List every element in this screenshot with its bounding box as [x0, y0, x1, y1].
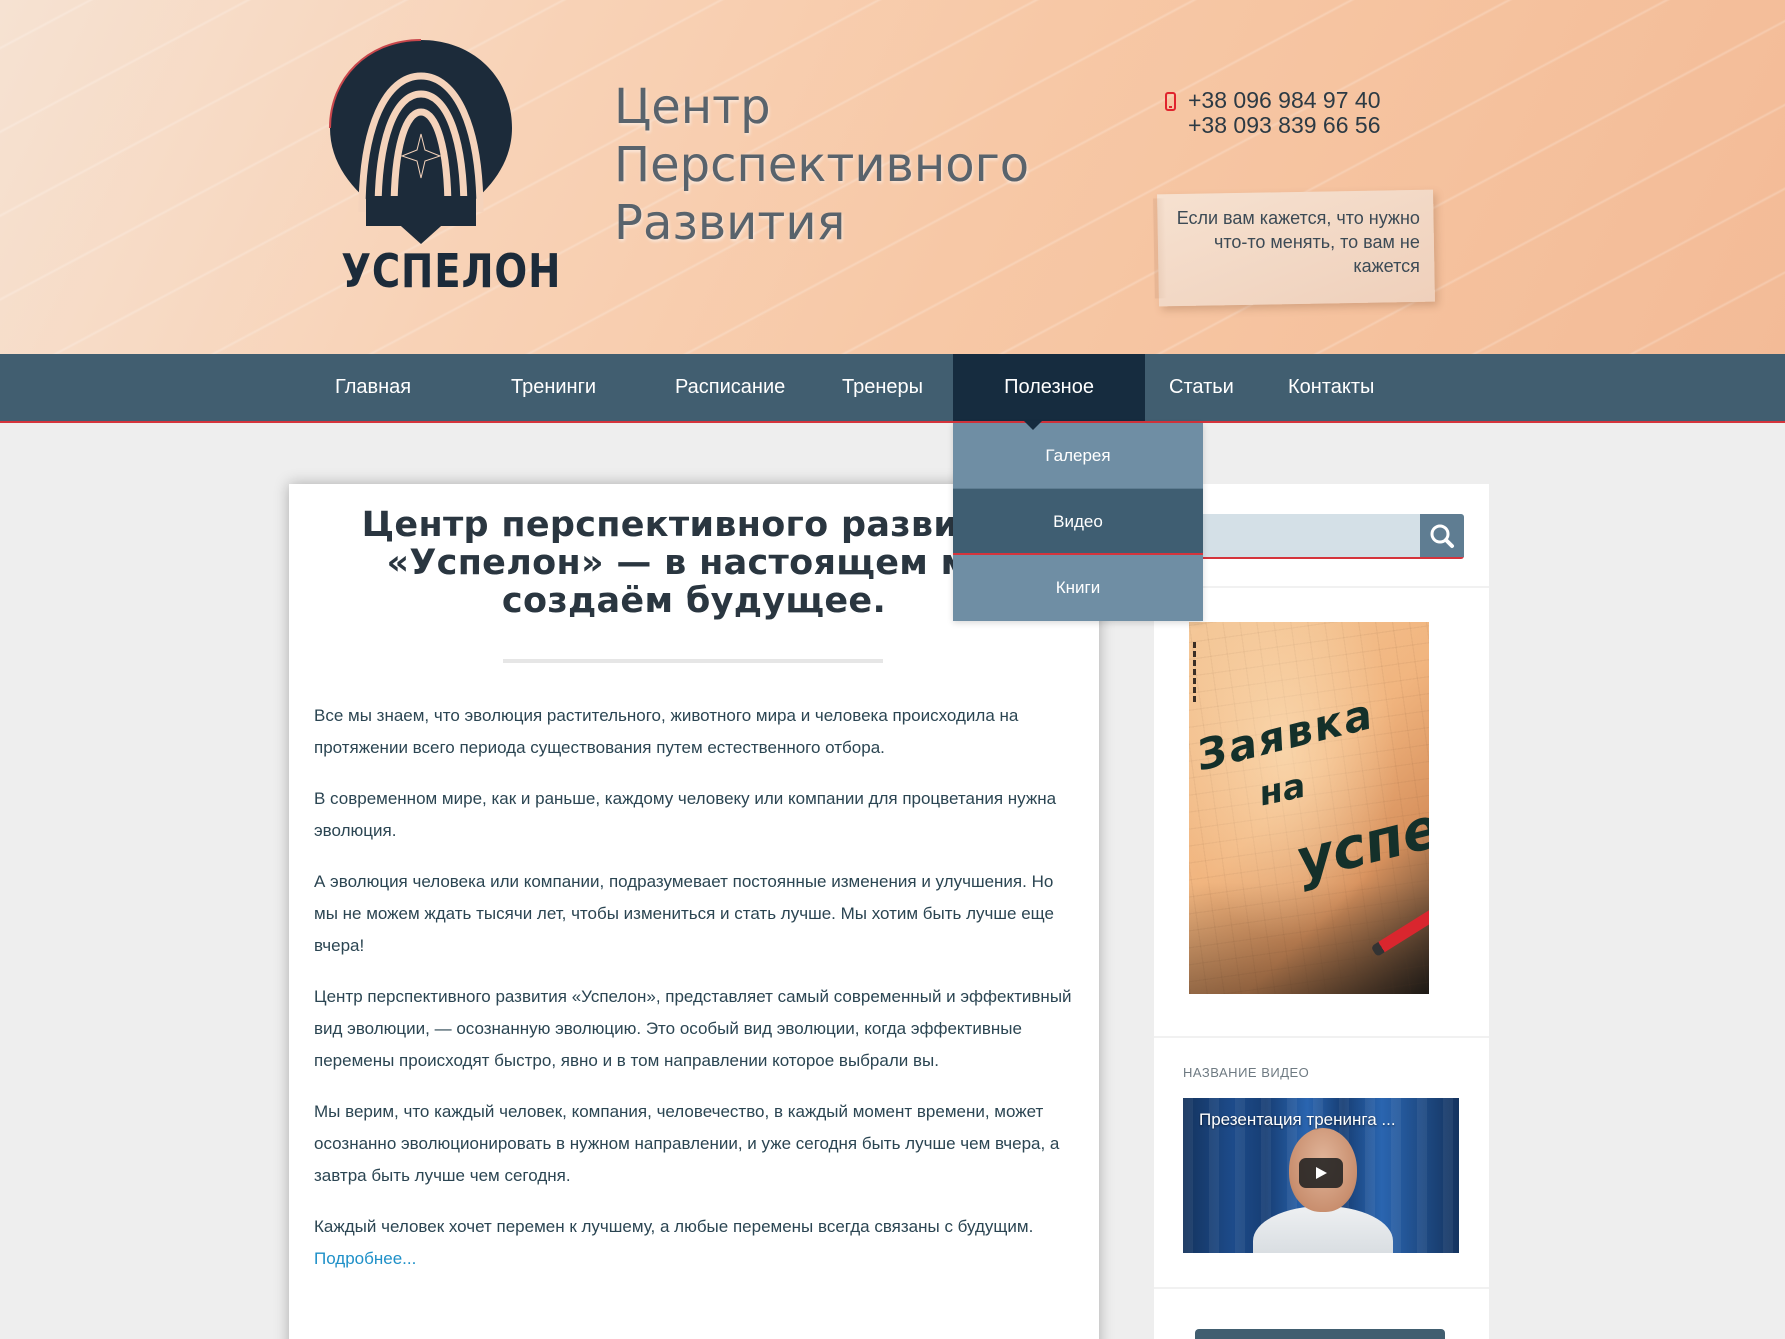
- site-title-line: Центр: [614, 79, 771, 135]
- article-paragraph: Мы верим, что каждый человек, компания, …: [314, 1102, 1060, 1185]
- site-title-line: Перспективного: [614, 137, 1030, 193]
- nav-item-trainers[interactable]: Тренеры: [842, 354, 923, 421]
- article-paragraph: В современном мире, как и раньше, каждом…: [314, 789, 1057, 840]
- search-input[interactable]: [1180, 514, 1418, 557]
- nav-item-contacts[interactable]: Контакты: [1288, 354, 1374, 421]
- site-title: Центр Перспективного Развития: [614, 78, 1084, 252]
- article-paragraph-text: Каждый человек хочет перемен к лучшему, …: [314, 1217, 1034, 1236]
- video-title[interactable]: Презентация тренинга ...: [1199, 1110, 1449, 1130]
- logo-emblem-icon: [329, 39, 512, 244]
- site-logo[interactable]: УСПЕЛОН: [326, 36, 562, 298]
- sidebar-separator: [1154, 1036, 1489, 1038]
- dropdown-item-gallery[interactable]: Галерея: [953, 423, 1203, 489]
- title-divider: [503, 659, 883, 663]
- nav-item-trainings[interactable]: Тренинги: [511, 354, 596, 421]
- video-widget-label: НАЗВАНИЕ ВИДЕО: [1183, 1065, 1310, 1080]
- sidebar: Заявка на успе НАЗВАНИЕ ВИДЕО Презентаци…: [1154, 484, 1489, 1339]
- quote-text: Если вам кажется, что нужно что-то менят…: [1176, 207, 1420, 276]
- article-paragraph: Центр перспективного развития «Успелон»,…: [314, 987, 1072, 1070]
- nav-item-useful[interactable]: Полезное: [953, 354, 1145, 421]
- site-title-line: Развития: [614, 195, 846, 251]
- phone-list: +38 096 984 97 40 +38 093 839 66 56: [1165, 88, 1405, 138]
- search-button[interactable]: [1420, 514, 1464, 557]
- search-icon: [1430, 524, 1454, 548]
- phone-icon: [1165, 92, 1176, 111]
- play-icon[interactable]: [1299, 1158, 1343, 1188]
- video-speaker-image: [1253, 1128, 1393, 1253]
- nav-active-caret: [1024, 421, 1042, 430]
- application-for-success-banner[interactable]: Заявка на успе: [1189, 622, 1429, 994]
- search-box: [1180, 514, 1464, 559]
- logo-text: УСПЕЛОН: [341, 244, 562, 298]
- sidebar-separator: [1154, 586, 1489, 588]
- article-body: Все мы знаем, что эволюция растительного…: [314, 700, 1080, 1294]
- article-paragraph: А эволюция человека или компании, подраз…: [314, 872, 1054, 955]
- phone-row[interactable]: +38 093 839 66 56: [1165, 113, 1405, 138]
- notebook-spiral: [1193, 642, 1201, 702]
- phone-row[interactable]: +38 096 984 97 40: [1165, 88, 1405, 113]
- read-more-link[interactable]: Подробнее...: [314, 1249, 416, 1268]
- sidebar-widget-header: [1195, 1329, 1445, 1339]
- speaker-body: [1253, 1206, 1393, 1253]
- article-paragraph-last: Каждый человек хочет перемен к лучшему, …: [314, 1211, 1080, 1275]
- nav-item-schedule[interactable]: Расписание: [675, 354, 785, 421]
- useful-dropdown-menu: Галерея Видео Книги: [953, 423, 1203, 621]
- phone-number[interactable]: +38 096 984 97 40: [1188, 87, 1381, 113]
- article-paragraph: Все мы знаем, что эволюция растительного…: [314, 706, 1019, 757]
- main-nav: Главная Тренинги Расписание Тренеры Поле…: [0, 354, 1785, 423]
- dropdown-item-video[interactable]: Видео: [953, 489, 1203, 555]
- nav-item-home[interactable]: Главная: [335, 354, 411, 421]
- sidebar-separator: [1154, 1287, 1489, 1289]
- phone-number[interactable]: +38 093 839 66 56: [1188, 112, 1381, 138]
- dropdown-item-books[interactable]: Книги: [953, 555, 1203, 621]
- video-thumbnail[interactable]: Презентация тренинга ...: [1183, 1098, 1459, 1253]
- nav-item-articles[interactable]: Статьи: [1169, 354, 1234, 421]
- site-header: УСПЕЛОН Центр Перспективного Развития +3…: [0, 0, 1785, 354]
- quote-card: Если вам кажется, что нужно что-то менят…: [1157, 189, 1435, 307]
